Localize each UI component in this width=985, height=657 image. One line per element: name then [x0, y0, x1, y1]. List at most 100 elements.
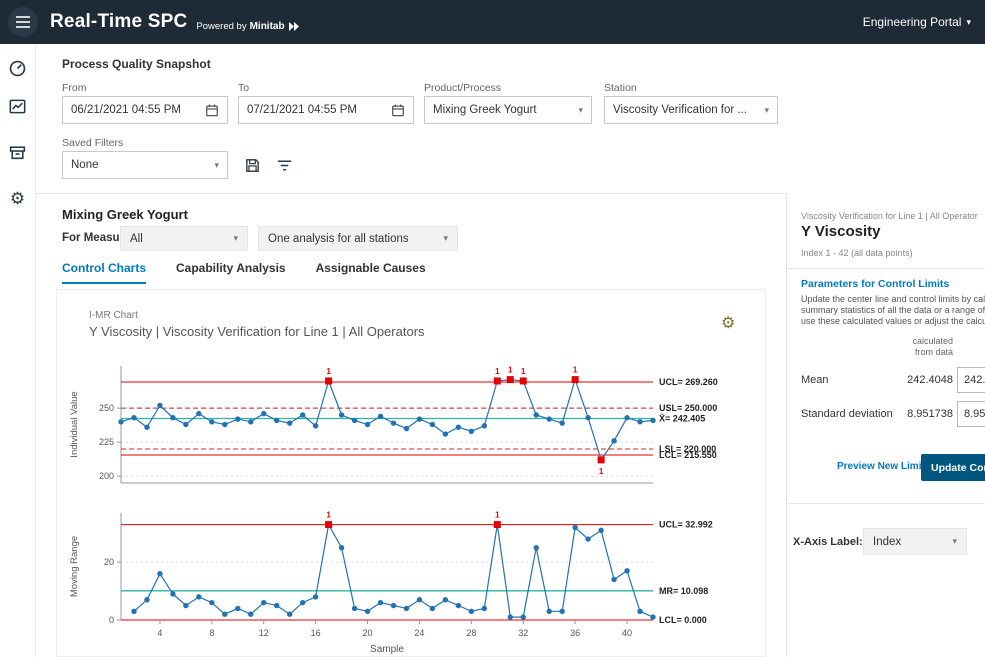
data-point[interactable]: [131, 609, 136, 614]
sidebar-item-products[interactable]: [4, 138, 32, 166]
measure-select[interactable]: All ▾: [120, 226, 248, 251]
data-point[interactable]: [131, 415, 136, 420]
data-point[interactable]: [521, 614, 526, 619]
data-point[interactable]: [534, 545, 539, 550]
out-of-control-point[interactable]: [520, 377, 527, 384]
data-point[interactable]: [637, 609, 642, 614]
station-select[interactable]: Viscosity Verification for ... ▾: [604, 96, 778, 124]
data-point[interactable]: [157, 403, 162, 408]
data-point[interactable]: [365, 422, 370, 427]
data-point[interactable]: [300, 600, 305, 605]
data-point[interactable]: [235, 416, 240, 421]
data-point[interactable]: [611, 577, 616, 582]
data-point[interactable]: [624, 415, 629, 420]
portal-selector[interactable]: Engineering Portal ▾: [863, 15, 971, 29]
data-point[interactable]: [637, 419, 642, 424]
data-point[interactable]: [144, 597, 149, 602]
data-point[interactable]: [443, 597, 448, 602]
save-filter-button[interactable]: [240, 153, 264, 177]
standard-deviation-input[interactable]: [957, 401, 985, 427]
data-point[interactable]: [274, 418, 279, 423]
data-point[interactable]: [313, 423, 318, 428]
data-point[interactable]: [482, 606, 487, 611]
out-of-control-point[interactable]: [494, 521, 501, 528]
data-point[interactable]: [456, 425, 461, 430]
analysis-mode-select[interactable]: One analysis for all stations ▾: [258, 226, 458, 251]
data-point[interactable]: [611, 438, 616, 443]
data-point[interactable]: [443, 431, 448, 436]
data-point[interactable]: [261, 600, 266, 605]
update-control-limits-button[interactable]: Update Control Limits: [921, 454, 985, 481]
to-date-input[interactable]: 07/21/2021 04:55 PM: [238, 96, 414, 124]
data-point[interactable]: [417, 416, 422, 421]
out-of-control-point[interactable]: [325, 521, 332, 528]
data-point[interactable]: [248, 419, 253, 424]
data-point[interactable]: [352, 418, 357, 423]
data-point[interactable]: [585, 536, 590, 541]
data-point[interactable]: [235, 606, 240, 611]
data-point[interactable]: [209, 419, 214, 424]
sidebar-item-charts[interactable]: [4, 92, 32, 120]
data-point[interactable]: [430, 422, 435, 427]
data-point[interactable]: [222, 422, 227, 427]
data-point[interactable]: [650, 614, 655, 619]
out-of-control-point[interactable]: [325, 377, 332, 384]
data-point[interactable]: [378, 414, 383, 419]
data-point[interactable]: [118, 419, 123, 424]
data-point[interactable]: [546, 609, 551, 614]
out-of-control-point[interactable]: [598, 456, 605, 463]
out-of-control-point[interactable]: [572, 376, 579, 383]
data-point[interactable]: [287, 612, 292, 617]
data-point[interactable]: [170, 415, 175, 420]
data-point[interactable]: [222, 612, 227, 617]
data-point[interactable]: [404, 606, 409, 611]
data-point[interactable]: [157, 571, 162, 576]
data-point[interactable]: [274, 603, 279, 608]
data-point[interactable]: [196, 594, 201, 599]
data-point[interactable]: [430, 606, 435, 611]
product-process-select[interactable]: Mixing Greek Yogurt ▾: [424, 96, 592, 124]
data-point[interactable]: [339, 412, 344, 417]
sidebar-item-dashboard[interactable]: [4, 54, 32, 82]
data-point[interactable]: [391, 603, 396, 608]
data-point[interactable]: [585, 415, 590, 420]
filter-button[interactable]: [272, 153, 296, 177]
x-axis-label-select[interactable]: Index ▾: [863, 528, 967, 555]
data-point[interactable]: [196, 411, 201, 416]
preview-new-limits-link[interactable]: Preview New Limits: [837, 461, 930, 472]
data-point[interactable]: [572, 525, 577, 530]
saved-filters-select[interactable]: None ▾: [62, 151, 228, 179]
data-point[interactable]: [624, 568, 629, 573]
chart-settings-gear-icon[interactable]: ⚙: [721, 316, 735, 332]
tab-capability-analysis[interactable]: Capability Analysis: [176, 261, 286, 284]
tab-control-charts[interactable]: Control Charts: [62, 261, 146, 284]
data-point[interactable]: [209, 600, 214, 605]
data-point[interactable]: [650, 418, 655, 423]
hamburger-menu-button[interactable]: [8, 7, 38, 37]
data-point[interactable]: [183, 422, 188, 427]
data-point[interactable]: [469, 429, 474, 434]
data-point[interactable]: [391, 420, 396, 425]
data-point[interactable]: [546, 416, 551, 421]
data-point[interactable]: [144, 425, 149, 430]
data-point[interactable]: [352, 606, 357, 611]
data-point[interactable]: [559, 609, 564, 614]
mean-input[interactable]: [957, 367, 985, 393]
out-of-control-point[interactable]: [494, 377, 501, 384]
data-point[interactable]: [417, 597, 422, 602]
data-point[interactable]: [339, 545, 344, 550]
data-point[interactable]: [559, 420, 564, 425]
data-point[interactable]: [313, 594, 318, 599]
data-point[interactable]: [287, 420, 292, 425]
data-point[interactable]: [456, 603, 461, 608]
data-point[interactable]: [508, 614, 513, 619]
from-date-input[interactable]: 06/21/2021 04:55 PM: [62, 96, 228, 124]
data-point[interactable]: [482, 423, 487, 428]
data-point[interactable]: [170, 591, 175, 596]
data-point[interactable]: [300, 412, 305, 417]
data-point[interactable]: [261, 411, 266, 416]
data-point[interactable]: [534, 412, 539, 417]
sidebar-item-settings[interactable]: ⚙: [4, 184, 32, 212]
data-point[interactable]: [183, 603, 188, 608]
data-point[interactable]: [598, 528, 603, 533]
